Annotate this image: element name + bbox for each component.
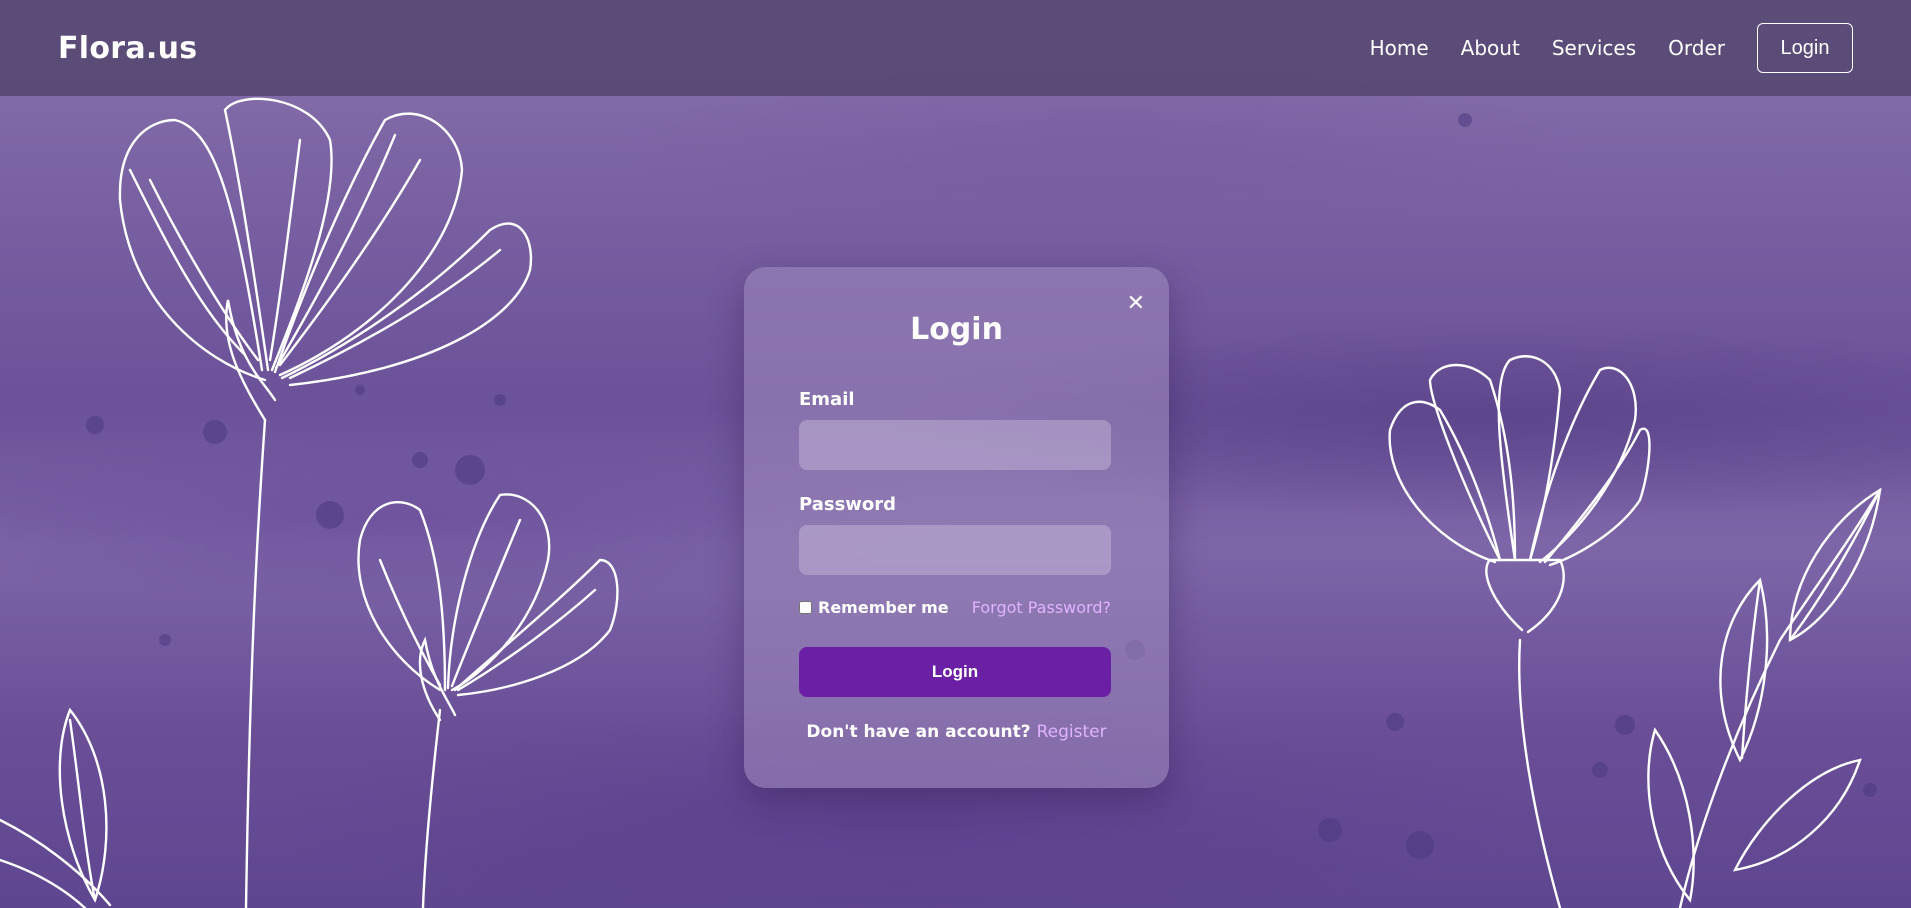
email-field[interactable]	[799, 420, 1111, 470]
remember-label: Remember me	[818, 598, 949, 617]
nav-about[interactable]: About	[1461, 36, 1520, 60]
remember-checkbox[interactable]	[799, 601, 812, 614]
register-link[interactable]: Register	[1037, 722, 1107, 742]
modal-title: Login	[910, 312, 1003, 347]
options-row: Remember me Forgot Password?	[799, 598, 1111, 617]
register-row: Don't have an account? Register	[744, 722, 1169, 742]
nav-services[interactable]: Services	[1552, 36, 1636, 60]
main-nav: Home About Services Order Login	[1338, 23, 1853, 73]
nav-login-button[interactable]: Login	[1757, 23, 1853, 73]
email-label: Email	[799, 389, 855, 410]
password-label: Password	[799, 494, 897, 515]
nav-home[interactable]: Home	[1370, 36, 1429, 60]
top-navbar: Flora.us Home About Services Order Login	[0, 0, 1911, 96]
login-modal: ✕ Login Email Password Remember me Forgo…	[744, 267, 1169, 788]
forgot-password-link[interactable]: Forgot Password?	[972, 598, 1111, 617]
site-logo[interactable]: Flora.us	[58, 31, 197, 66]
password-field[interactable]	[799, 525, 1111, 575]
nav-order[interactable]: Order	[1668, 36, 1725, 60]
remember-me[interactable]: Remember me	[799, 598, 949, 617]
login-submit-button[interactable]: Login	[799, 647, 1111, 697]
register-prompt: Don't have an account?	[806, 722, 1031, 742]
